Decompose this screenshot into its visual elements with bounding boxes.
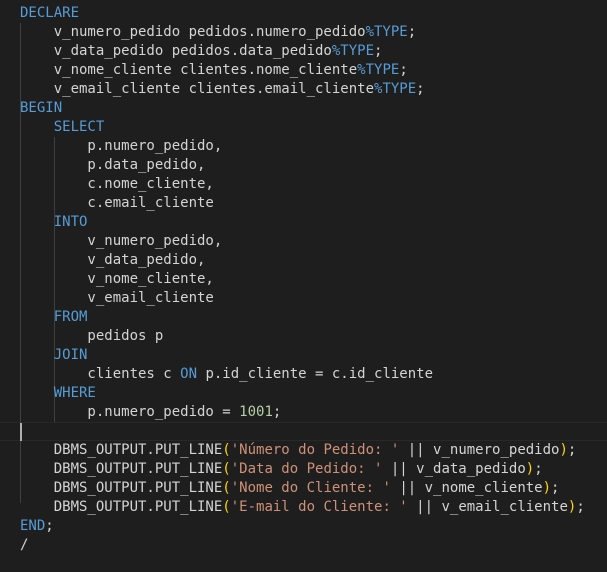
code-token: 'E-mail do Cliente: '	[230, 499, 408, 515]
code-token: /	[20, 537, 29, 553]
code-token: || v_numero_pedido	[399, 442, 560, 458]
code-line[interactable]: WHERE	[0, 384, 607, 403]
code-token: v_numero_pedido,	[20, 233, 223, 249]
code-line[interactable]: c.nome_cliente,	[0, 175, 607, 194]
code-token: )	[525, 461, 535, 477]
code-token: WHERE	[20, 385, 96, 401]
code-line[interactable]: JOIN	[0, 346, 607, 365]
code-token: DECLARE	[20, 5, 80, 21]
code-token: || v_email_cliente	[407, 499, 568, 515]
code-token: )	[559, 442, 568, 458]
code-line[interactable]: p.data_pedido,	[0, 156, 607, 175]
code-token: 1001	[239, 404, 273, 420]
code-line[interactable]: /	[0, 536, 607, 555]
code-token: ;	[374, 43, 383, 59]
code-token: v_numero_pedido pedidos.numero_pedido	[20, 24, 366, 40]
code-token: ;	[534, 461, 543, 477]
code-line[interactable]: clientes c ON p.id_cliente = c.id_client…	[0, 365, 607, 384]
code-line[interactable]: v_email_cliente clientes.email_cliente%T…	[0, 80, 607, 99]
code-line[interactable]: SELECT	[0, 118, 607, 137]
code-token: pedidos p	[20, 328, 164, 344]
code-token: p.data_pedido,	[20, 157, 206, 173]
code-token: || v_data_pedido	[382, 461, 526, 477]
code-line[interactable]: pedidos p	[0, 327, 607, 346]
code-token: BEGIN	[20, 100, 63, 116]
code-token: c.email_cliente	[20, 195, 214, 211]
code-token: (	[222, 499, 231, 515]
code-token: p.numero_pedido,	[20, 138, 223, 154]
code-line[interactable]	[0, 422, 607, 441]
text-cursor	[20, 423, 22, 441]
code-line[interactable]: INTO	[0, 213, 607, 232]
code-token: %TYPE	[357, 62, 400, 78]
code-token: SELECT	[20, 119, 105, 135]
code-line[interactable]: v_numero_pedido pedidos.numero_pedido%TY…	[0, 23, 607, 42]
code-token: %TYPE	[365, 24, 408, 40]
code-token: v_data_pedido,	[20, 252, 206, 268]
code-token: 'Número do Pedido: '	[230, 442, 400, 458]
code-token: v_email_cliente clientes.email_cliente	[20, 81, 375, 97]
code-token: ;	[576, 499, 585, 515]
code-line[interactable]: p.numero_pedido = 1001;	[0, 403, 607, 422]
code-token: DBMS_OUTPUT.PUT_LINE	[20, 480, 223, 496]
code-token: (	[222, 461, 231, 477]
code-line[interactable]: DECLARE	[0, 4, 607, 23]
code-line[interactable]: v_data_pedido pedidos.data_pedido%TYPE;	[0, 42, 607, 61]
code-line[interactable]: DBMS_OUTPUT.PUT_LINE('Data do Pedido: ' …	[0, 460, 607, 479]
code-token: JOIN	[20, 347, 88, 363]
code-token: c.nome_cliente,	[20, 176, 214, 192]
code-line[interactable]: c.email_cliente	[0, 194, 607, 213]
code-line[interactable]: v_nome_cliente clientes.nome_cliente%TYP…	[0, 61, 607, 80]
code-token: %TYPE	[331, 43, 375, 59]
code-token: clientes c	[20, 366, 181, 382]
code-line[interactable]: DBMS_OUTPUT.PUT_LINE('E-mail do Cliente:…	[0, 498, 607, 517]
code-token: ;	[551, 480, 560, 496]
code-line[interactable]: FROM	[0, 308, 607, 327]
code-token: DBMS_OUTPUT.PUT_LINE	[20, 499, 223, 515]
code-token: FROM	[20, 309, 88, 325]
code-token: 'Data do Pedido: '	[230, 461, 383, 477]
code-editor[interactable]: DECLARE v_numero_pedido pedidos.numero_p…	[0, 0, 607, 572]
code-token: ;	[416, 81, 425, 97]
code-token: DBMS_OUTPUT.PUT_LINE	[20, 461, 223, 477]
code-line[interactable]: DBMS_OUTPUT.PUT_LINE('Nome do Cliente: '…	[0, 479, 607, 498]
code-token: ;	[407, 24, 417, 40]
code-token: p.numero_pedido =	[20, 404, 240, 420]
code-token: 'Nome do Cliente: '	[230, 480, 391, 496]
code-token: v_nome_cliente clientes.nome_cliente	[20, 62, 358, 78]
code-line[interactable]: v_email_cliente	[0, 289, 607, 308]
code-token: (	[222, 442, 231, 458]
code-token: v_data_pedido pedidos.data_pedido	[20, 43, 332, 59]
code-token: || v_nome_cliente	[390, 480, 543, 496]
code-token: (	[222, 480, 231, 496]
code-token: ;	[45, 518, 54, 534]
code-line[interactable]: p.numero_pedido,	[0, 137, 607, 156]
code-token: ;	[399, 62, 408, 78]
code-token: INTO	[20, 214, 88, 230]
code-line[interactable]: v_nome_cliente,	[0, 270, 607, 289]
code-token: p.id_cliente = c.id_cliente	[197, 366, 434, 382]
code-line[interactable]: v_data_pedido,	[0, 251, 607, 270]
code-line[interactable]: v_numero_pedido,	[0, 232, 607, 251]
code-token: )	[542, 480, 552, 496]
code-token: ON	[180, 366, 198, 382]
code-token: DBMS_OUTPUT.PUT_LINE	[20, 442, 223, 458]
code-line[interactable]: END;	[0, 517, 607, 536]
code-line[interactable]: DBMS_OUTPUT.PUT_LINE('Número do Pedido: …	[0, 441, 607, 460]
code-token: v_nome_cliente,	[20, 271, 214, 287]
code-token: ;	[272, 404, 282, 420]
code-token: v_email_cliente	[20, 290, 214, 306]
code-token: END	[20, 518, 46, 534]
code-line[interactable]: BEGIN	[0, 99, 607, 118]
code-token: ;	[567, 442, 577, 458]
code-token: %TYPE	[374, 81, 417, 97]
